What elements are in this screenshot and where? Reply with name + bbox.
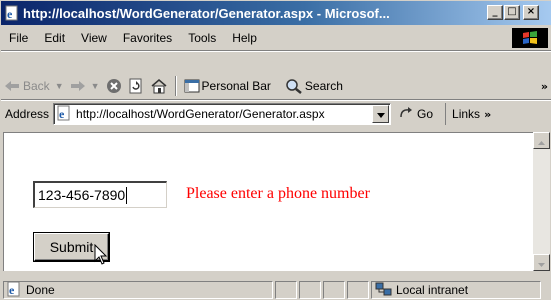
links-overflow-icon: » <box>484 107 492 121</box>
browser-window: e http://localhost/WordGenerator/Generat… <box>0 0 551 300</box>
menu-bar: File Edit View Favorites Tools Help <box>1 27 551 49</box>
address-url: http://localhost/WordGenerator/Generator… <box>76 107 325 121</box>
personal-bar-icon <box>184 78 200 94</box>
refresh-button[interactable] <box>125 75 147 97</box>
ie-page-icon: e <box>56 105 72 124</box>
menu-view[interactable]: View <box>73 31 115 45</box>
go-button[interactable]: Go <box>399 106 433 123</box>
links-button[interactable]: Links » <box>445 103 491 125</box>
refresh-icon <box>128 78 144 94</box>
toolbar: Back ▼ ▼ Personal Bar Search » <box>1 73 551 99</box>
local-intranet-icon <box>375 281 393 300</box>
menu-separator <box>1 50 551 52</box>
phone-input-value: 123-456-7890 <box>38 187 126 203</box>
menu-tools[interactable]: Tools <box>180 31 224 45</box>
mouse-pointer-icon <box>94 243 108 269</box>
windows-flag-icon <box>512 28 548 48</box>
status-pane-empty-3 <box>323 281 345 299</box>
stop-icon <box>106 78 122 94</box>
address-input[interactable]: e http://localhost/WordGenerator/Generat… <box>53 103 392 125</box>
ie-page-icon: e <box>4 5 20 21</box>
status-bar: e Done Local intranet <box>1 279 551 301</box>
menu-help[interactable]: Help <box>224 31 265 45</box>
address-label: Address <box>5 107 50 121</box>
scroll-down-icon <box>538 255 545 270</box>
status-text: Done <box>26 283 55 297</box>
forward-arrow-icon <box>70 79 86 93</box>
ie-page-icon: e <box>6 281 22 300</box>
status-pane-empty-2 <box>299 281 321 299</box>
address-dropdown-button[interactable] <box>372 105 390 123</box>
scroll-up-icon <box>538 133 545 148</box>
minimize-button[interactable]: _ <box>487 5 503 20</box>
vertical-scrollbar[interactable] <box>533 132 550 271</box>
back-label: Back <box>23 79 50 93</box>
back-button[interactable]: Back ▼ <box>1 75 67 97</box>
status-text-pane: e Done <box>3 281 273 299</box>
address-bar: Address e http://localhost/WordGenerator… <box>1 101 551 127</box>
back-arrow-icon <box>4 79 20 93</box>
personal-bar-label: Personal Bar <box>201 79 271 93</box>
status-pane-empty-1 <box>275 281 297 299</box>
svg-text:e: e <box>7 7 13 21</box>
maximize-button[interactable]: □ <box>504 5 520 20</box>
back-dropdown-icon: ▼ <box>54 81 64 91</box>
menu-favorites[interactable]: Favorites <box>115 31 180 45</box>
search-label: Search <box>304 79 343 93</box>
title-bar[interactable]: e http://localhost/WordGenerator/Generat… <box>1 1 551 25</box>
scroll-down-button[interactable] <box>533 254 550 271</box>
submit-label: Submit <box>49 239 94 255</box>
search-button[interactable]: Search <box>282 75 346 97</box>
menu-edit[interactable]: Edit <box>36 31 73 45</box>
toolbar-separator <box>174 76 177 96</box>
links-label: Links <box>452 107 481 121</box>
status-pane-empty-4 <box>347 281 369 299</box>
chevron-down-icon <box>376 107 385 121</box>
text-caret <box>126 186 128 204</box>
zone-pane: Local intranet <box>371 281 541 299</box>
menu-file[interactable]: File <box>1 31 36 45</box>
home-button[interactable] <box>147 75 171 97</box>
scroll-up-button[interactable] <box>533 132 550 149</box>
close-button[interactable]: × <box>523 5 539 20</box>
go-arrow-icon <box>399 106 415 123</box>
go-label: Go <box>417 107 434 121</box>
phone-input[interactable]: 123-456-7890 <box>33 181 167 208</box>
svg-text:e: e <box>59 107 65 121</box>
forward-button[interactable]: ▼ <box>67 75 103 97</box>
stop-button[interactable] <box>103 75 125 97</box>
zone-text: Local intranet <box>396 283 469 297</box>
search-icon <box>285 78 303 94</box>
toolbar-overflow-icon[interactable]: » <box>541 80 548 93</box>
home-icon <box>150 78 168 94</box>
svg-text:e: e <box>9 283 15 297</box>
window-title: http://localhost/WordGenerator/Generator… <box>23 5 390 21</box>
personal-bar-button[interactable]: Personal Bar <box>181 75 274 97</box>
validation-message: Please enter a phone number <box>186 185 370 202</box>
forward-dropdown-icon: ▼ <box>90 81 100 91</box>
